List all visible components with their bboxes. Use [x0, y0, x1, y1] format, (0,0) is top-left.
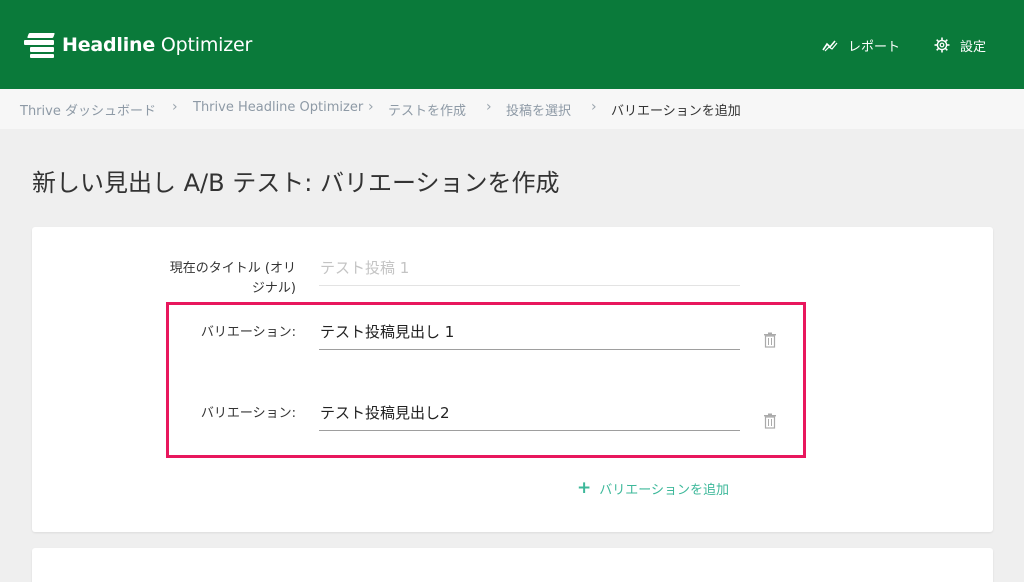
breadcrumb-headline-optimizer[interactable]: Thrive Headline Optimizer: [193, 100, 363, 115]
breadcrumb-chevron-icon: ›: [591, 99, 597, 115]
add-variation-button[interactable]: + バリエーションを追加: [577, 478, 729, 498]
breadcrumb-create-test[interactable]: テストを作成: [388, 100, 466, 119]
breadcrumb-chevron-icon: ›: [368, 99, 374, 115]
top-app-bar: Headline Optimizer レポート 設定: [0, 0, 1024, 89]
breadcrumb-dashboard[interactable]: Thrive ダッシュボード: [20, 100, 156, 119]
variations-highlight-box: [166, 302, 806, 458]
original-title-field: [319, 256, 740, 286]
breadcrumb: Thrive ダッシュボード › Thrive Headline Optimiz…: [0, 89, 1024, 129]
logo-icon: [22, 32, 56, 58]
breadcrumb-chevron-icon: ›: [486, 99, 492, 115]
add-variation-label: バリエーションを追加: [599, 482, 729, 498]
headline-optimizer-logo[interactable]: Headline Optimizer: [22, 31, 252, 59]
next-section-card: [32, 548, 993, 582]
chart-line-icon: [822, 40, 838, 52]
breadcrumb-select-post[interactable]: 投稿を選択: [506, 100, 571, 119]
plus-icon: +: [577, 478, 592, 498]
nav-settings-label: 設定: [960, 39, 987, 55]
gear-icon: [934, 37, 950, 53]
logo-text: Headline Optimizer: [62, 34, 253, 56]
breadcrumb-chevron-icon: ›: [172, 99, 178, 115]
breadcrumb-add-variation: バリエーションを追加: [611, 104, 741, 119]
original-title-label: 現在のタイトル (オリ ジナル): [169, 261, 296, 296]
page-title: 新しい見出し A/B テスト: バリエーションを作成: [32, 169, 560, 197]
nav-reports-label: レポート: [848, 39, 901, 55]
nav-reports[interactable]: レポート: [822, 35, 900, 55]
nav-settings[interactable]: 設定: [934, 35, 986, 55]
